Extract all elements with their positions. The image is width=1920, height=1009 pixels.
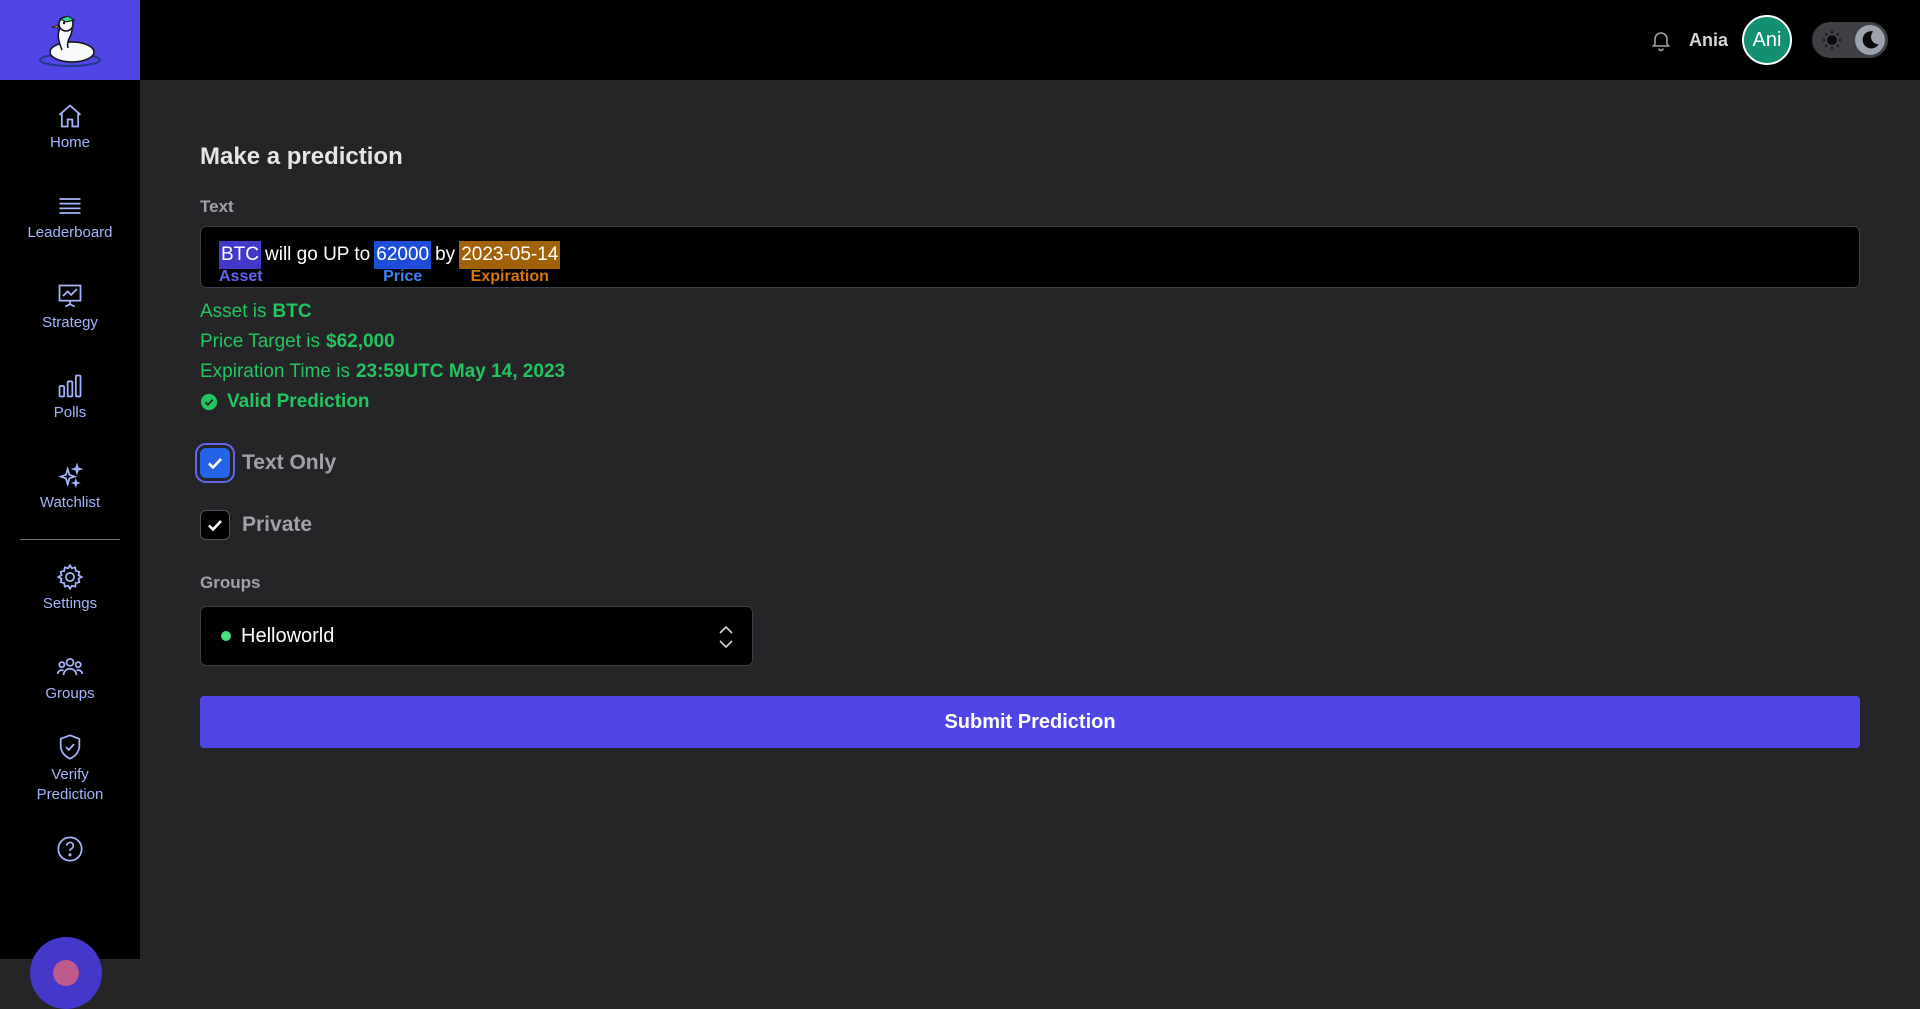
prediction-text-input[interactable]: BTC Asset will go UP to 62000 Price by 202… [200,226,1860,288]
sidebar-item-label: Groups [45,685,95,702]
groups-select[interactable]: Helloworld [200,606,753,666]
sidebar-item-label: Settings [42,595,98,612]
sidebar-item-label: Leaderboard [27,224,113,241]
price-tag: Price [383,268,423,285]
submit-prediction-button[interactable]: Submit Prediction [200,696,1860,748]
group-status-dot [221,631,231,641]
checkmark-icon [208,458,222,470]
text-only-label: Text Only [242,451,337,474]
valid-prediction-status: Valid Prediction [200,391,370,413]
sidebar-item-label: Watchlist [39,494,101,511]
avatar[interactable]: Ani [1742,15,1792,65]
sidebar-item-polls[interactable]: Polls [0,372,140,421]
private-label: Private [242,513,313,536]
sparkles-icon [57,462,84,489]
text-only-checkbox[interactable] [200,448,230,478]
prediction-tokens: BTC Asset will go UP to 62000 Price by 202… [219,241,561,285]
fab-dot [53,960,79,986]
parsed-expiration: Expiration Time is 23:59UTC May 14, 2023 [200,361,566,382]
theme-toggle[interactable] [1812,22,1888,58]
chevron-up-down-icon [719,625,733,649]
notifications-button[interactable] [1647,26,1675,54]
parsed-expiration-value: 23:59UTC May 14, 2023 [355,361,566,382]
checkmark-icon [208,520,222,532]
expiration-tag: Expiration [470,268,549,285]
user-controls: Ania Ani [1647,14,1888,66]
sidebar-item-groups[interactable]: Groups [0,653,140,702]
private-checkbox[interactable] [200,510,230,540]
token-text: by [435,244,456,265]
moon-icon [1862,31,1879,49]
bell-icon [1651,32,1671,52]
duck-logo-icon [39,15,101,67]
sidebar-item-label: Strategy [42,314,98,331]
private-option[interactable]: Private [200,510,312,540]
sidebar-item-label: Polls [53,404,87,421]
sidebar-item-leaderboard[interactable]: Leaderboard [0,192,140,241]
expiration-token: 2023-05-14 Expiration [459,241,561,285]
asset-token: BTC Asset [219,241,263,285]
text-label: Text [200,197,234,216]
floating-action-button[interactable] [30,937,102,1009]
sun-icon [1823,31,1841,49]
parsed-price: Price Target is $62,000 [200,331,395,352]
groups-label: Groups [200,573,261,592]
check-circle-icon [200,393,218,411]
gear-icon [56,563,84,591]
sidebar-item-label: Home [49,134,90,151]
sidebar-item-label: Verify Prediction [36,766,104,803]
home-icon [58,104,82,128]
price-token: 62000 Price [374,241,432,285]
sidebar-item-verify-prediction[interactable]: Verify Prediction [0,733,140,805]
users-icon [56,657,84,676]
app-logo[interactable] [0,0,140,80]
sidebar-divider [20,539,120,540]
sidebar-item-help[interactable] [0,835,140,867]
presentation-chart-icon [58,284,82,308]
parsed-price-value: $62,000 [326,331,395,352]
username[interactable]: Ania [1689,30,1728,51]
page-title: Make a prediction [200,143,403,170]
groups-select-value: Helloworld [241,624,335,647]
bar-chart-icon [58,374,82,398]
token-text: will go UP to [265,244,371,265]
text-only-option[interactable]: Text Only [200,448,336,478]
list-icon [59,198,81,214]
shield-check-icon [59,734,81,760]
top-bar: Ania Ani [0,0,1920,80]
help-icon [57,836,83,862]
parsed-asset-value: BTC [272,301,312,322]
sidebar-item-home[interactable]: Home [0,102,140,151]
sidebar: Home Leaderboard Strategy Polls Watchlis… [0,80,140,1009]
sidebar-item-strategy[interactable]: Strategy [0,282,140,331]
sidebar-item-settings[interactable]: Settings [0,563,140,612]
asset-tag: Asset [219,268,263,285]
sidebar-item-watchlist[interactable]: Watchlist [0,462,140,511]
parsed-asset: Asset is BTC [200,301,312,322]
